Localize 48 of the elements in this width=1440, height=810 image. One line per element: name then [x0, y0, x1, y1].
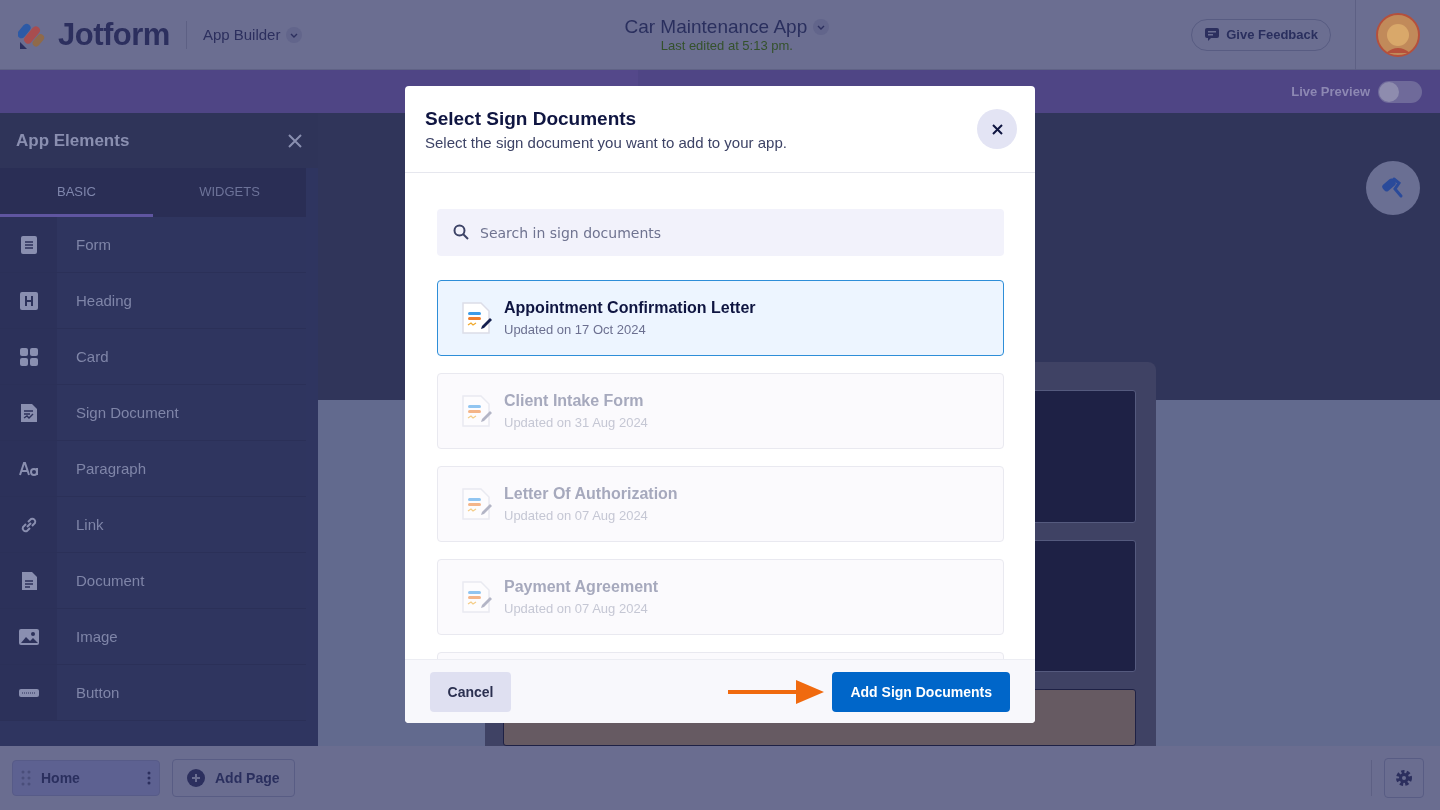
element-item[interactable]: Form — [0, 217, 306, 273]
product-name[interactable]: App Builder — [202, 26, 281, 43]
element-item[interactable]: Sign Document — [0, 385, 306, 441]
element-item[interactable]: Paragraph — [0, 441, 306, 497]
cancel-button[interactable]: Cancel — [430, 671, 511, 712]
live-preview-label: Live Preview — [1291, 84, 1370, 99]
avatar[interactable] — [1376, 12, 1420, 57]
more-icon[interactable] — [147, 771, 151, 785]
document-date: Updated on 17 Oct 2024 — [504, 322, 647, 337]
close-icon[interactable] — [288, 133, 302, 148]
element-item[interactable]: Image — [0, 609, 306, 665]
document-name: Payment Agreement — [504, 578, 659, 596]
logo-text: Jotform — [58, 16, 170, 53]
plus-icon — [187, 769, 205, 787]
panel-title: App Elements — [16, 130, 130, 151]
dialog-subtitle: Select the sign document you want to add to your app. — [425, 133, 787, 151]
element-item[interactable]: Link — [0, 497, 306, 553]
paint-roller-button[interactable] — [1366, 161, 1420, 215]
heading-icon — [17, 289, 40, 312]
signed-document-icon — [460, 393, 494, 429]
dialog-title: Select Sign Documents — [425, 107, 638, 130]
search-field[interactable]: Search in sign documents — [437, 209, 1004, 256]
chevron-down-icon[interactable] — [286, 26, 303, 43]
chat-icon — [1204, 27, 1221, 42]
grid-icon — [17, 345, 40, 368]
panel-tab[interactable]: WIDGETS — [153, 168, 306, 217]
signed-document-icon — [460, 486, 494, 522]
close-icon — [991, 123, 1003, 135]
gear-icon — [1394, 768, 1414, 788]
app-title[interactable]: Car Maintenance App — [624, 16, 808, 38]
element-item[interactable]: Card — [0, 329, 306, 385]
element-item[interactable]: Button — [0, 665, 306, 721]
document-name: Appointment Confirmation Letter — [504, 299, 756, 317]
element-item[interactable]: Document — [0, 553, 306, 609]
document-name: Client Intake Form — [504, 392, 645, 410]
document-name: Letter Of Authorization — [504, 485, 678, 503]
arrow-icon — [728, 677, 825, 706]
live-preview-toggle[interactable] — [1378, 80, 1422, 103]
document-option[interactable]: Appointment Confirmation Letter Updated on 17 Oct 2024 — [437, 280, 1004, 356]
signed-document-icon — [460, 579, 494, 615]
close-button[interactable] — [977, 109, 1017, 149]
last-edited-text: Last edited at 5:13 pm. — [660, 38, 793, 53]
signed-document-icon — [460, 300, 494, 336]
add-page-button[interactable]: Add Page — [172, 759, 295, 797]
element-item[interactable]: Heading — [0, 273, 306, 329]
add-sign-documents-button[interactable]: Add Sign Documents — [832, 671, 1010, 712]
chevron-down-icon[interactable] — [813, 19, 830, 35]
settings-button[interactable] — [1384, 758, 1424, 798]
